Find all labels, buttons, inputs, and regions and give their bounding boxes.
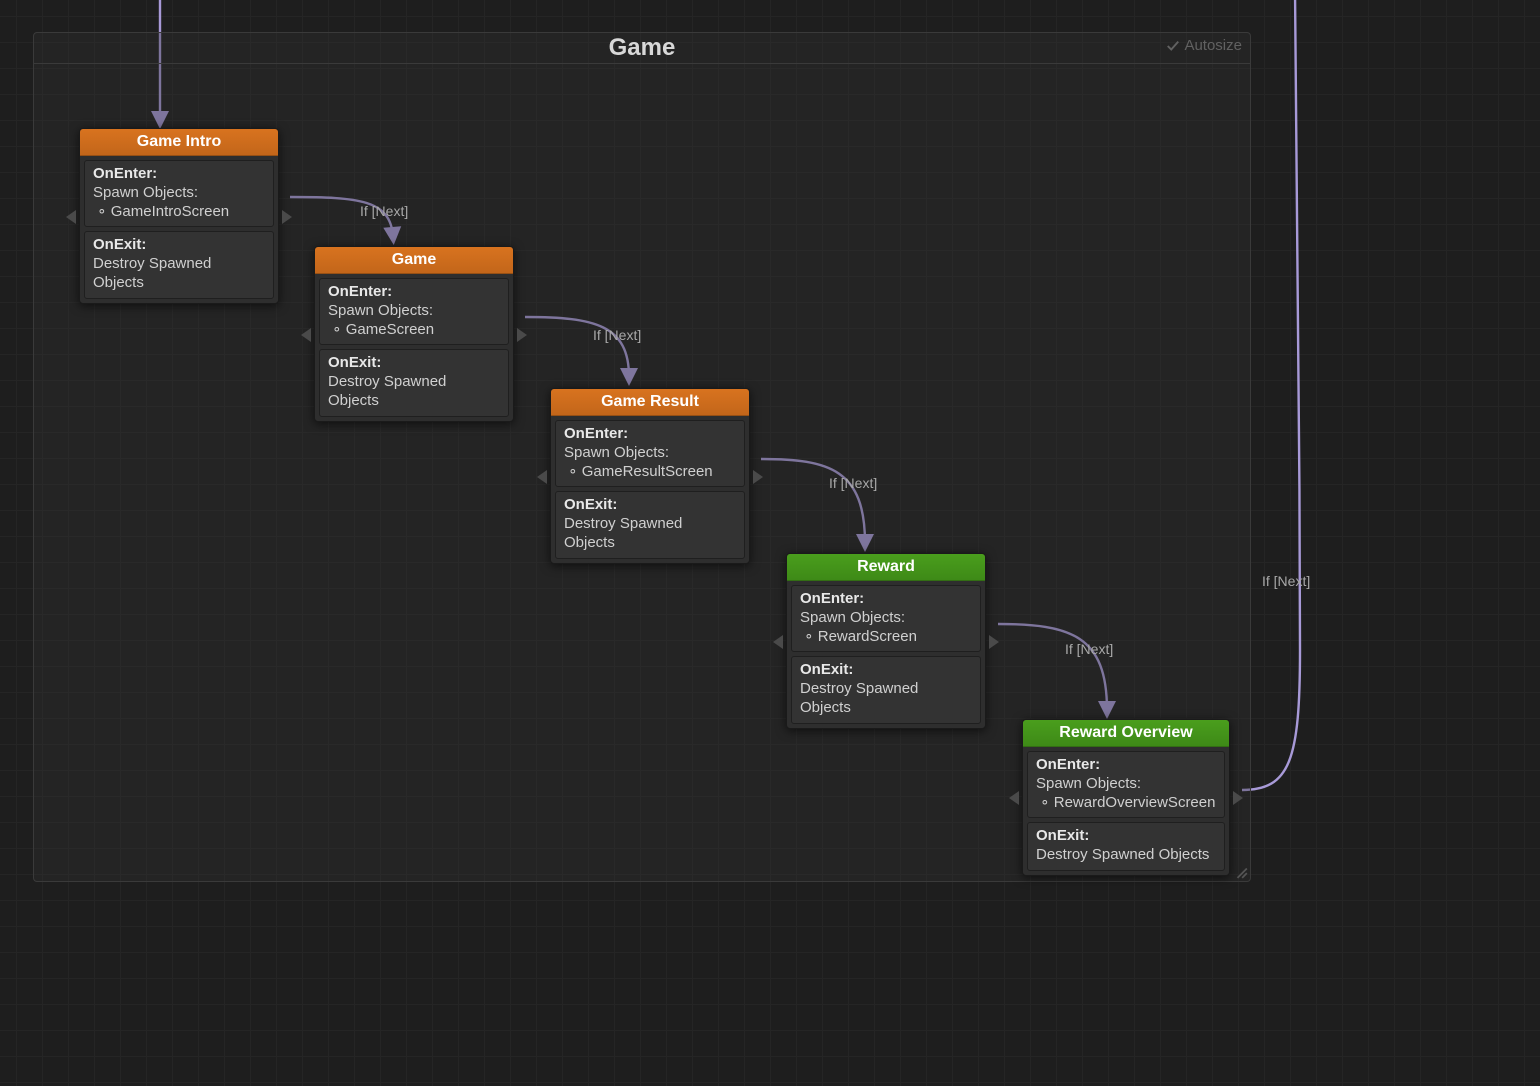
input-port[interactable]: [66, 210, 76, 224]
edge-label: If [Next]: [1262, 573, 1310, 589]
node-title: Game Intro: [80, 129, 278, 156]
edge-label: If [Next]: [1065, 641, 1113, 657]
node-title: Game Result: [551, 389, 749, 416]
resize-handle-icon[interactable]: [1234, 865, 1248, 879]
input-port[interactable]: [1009, 791, 1019, 805]
node-title: Reward Overview: [1023, 720, 1229, 747]
on-enter-section: OnEnter: Spawn Objects: ∘ RewardScreen: [791, 585, 981, 652]
output-port[interactable]: [517, 328, 527, 342]
autosize-label: Autosize: [1184, 37, 1242, 54]
group-title: Game: [609, 34, 676, 62]
input-port[interactable]: [773, 635, 783, 649]
input-port[interactable]: [537, 470, 547, 484]
on-enter-section: OnEnter: Spawn Objects: ∘ GameResultScre…: [555, 420, 745, 487]
state-node-game-intro[interactable]: Game Intro OnEnter: Spawn Objects: ∘ Gam…: [79, 128, 279, 304]
output-port[interactable]: [282, 210, 292, 224]
edge-label: If [Next]: [593, 327, 641, 343]
state-node-reward-overview[interactable]: Reward Overview OnEnter: Spawn Objects: …: [1022, 719, 1230, 876]
state-node-game[interactable]: Game OnEnter: Spawn Objects: ∘ GameScree…: [314, 246, 514, 422]
on-exit-section: OnExit: Destroy Spawned Objects: [791, 656, 981, 723]
on-exit-section: OnExit: Destroy Spawned Objects: [1027, 822, 1225, 871]
on-exit-section: OnExit: Destroy Spawned Objects: [555, 491, 745, 558]
output-port[interactable]: [989, 635, 999, 649]
on-exit-section: OnExit: Destroy Spawned Objects: [319, 349, 509, 416]
autosize-toggle[interactable]: Autosize: [1166, 37, 1242, 54]
on-enter-section: OnEnter: Spawn Objects: ∘ RewardOverview…: [1027, 751, 1225, 818]
check-icon: [1166, 39, 1180, 53]
output-port[interactable]: [753, 470, 763, 484]
on-enter-section: OnEnter: Spawn Objects: ∘ GameScreen: [319, 278, 509, 345]
on-enter-section: OnEnter: Spawn Objects: ∘ GameIntroScree…: [84, 160, 274, 227]
group-header[interactable]: Game Autosize: [34, 33, 1250, 64]
on-exit-section: OnExit: Destroy Spawned Objects: [84, 231, 274, 298]
state-node-reward[interactable]: Reward OnEnter: Spawn Objects: ∘ RewardS…: [786, 553, 986, 729]
node-title: Reward: [787, 554, 985, 581]
state-node-game-result[interactable]: Game Result OnEnter: Spawn Objects: ∘ Ga…: [550, 388, 750, 564]
node-title: Game: [315, 247, 513, 274]
output-port[interactable]: [1233, 791, 1243, 805]
input-port[interactable]: [301, 328, 311, 342]
edge-label: If [Next]: [360, 203, 408, 219]
edge-label: If [Next]: [829, 475, 877, 491]
